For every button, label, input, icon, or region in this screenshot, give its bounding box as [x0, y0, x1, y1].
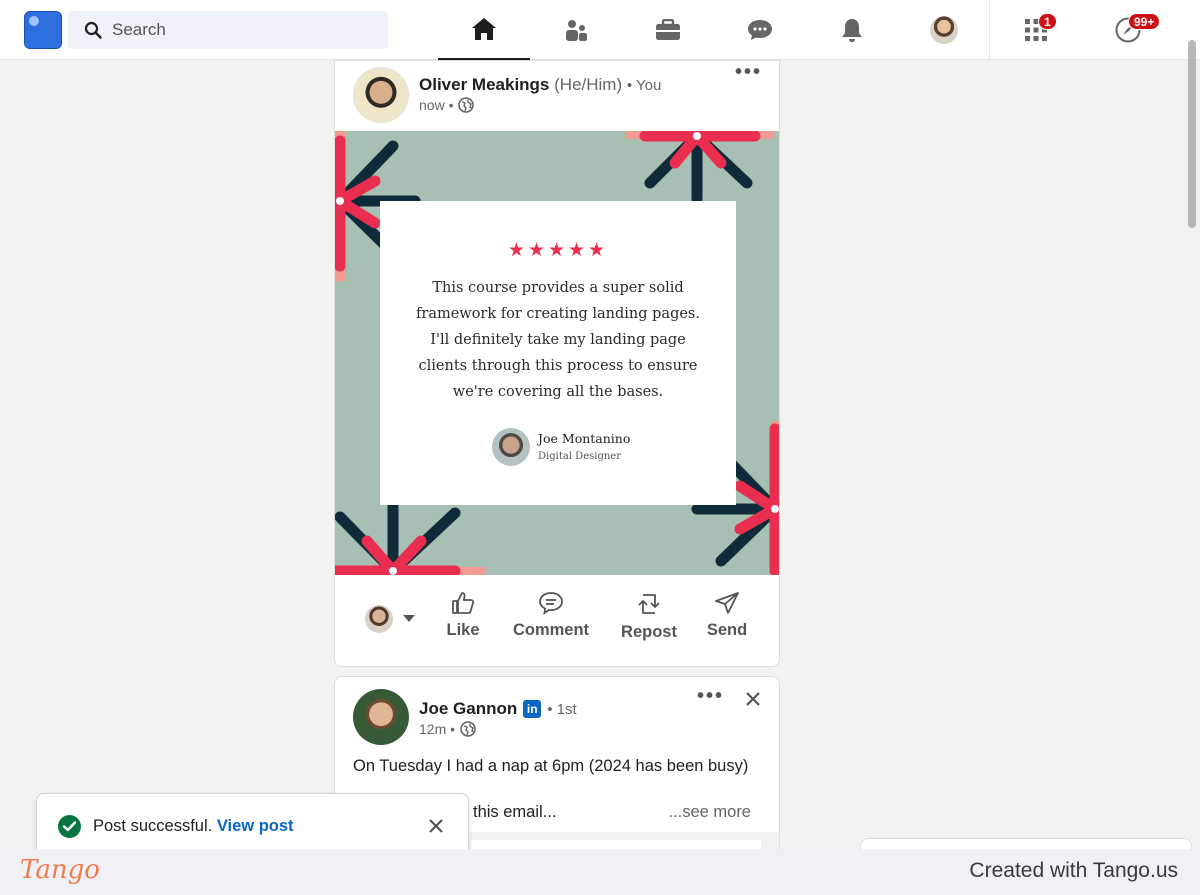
author-name[interactable]: Oliver Meakings [419, 75, 549, 94]
post-author-line: Oliver Meakings (He/Him) • You [419, 75, 661, 95]
advertise-badge: 99+ [1128, 13, 1161, 30]
reviewer-role: Digital Designer [538, 451, 621, 462]
jobs-icon [656, 19, 680, 40]
success-check-icon [58, 815, 81, 838]
my-network-icon [566, 20, 587, 41]
globe-icon [458, 97, 475, 113]
like-icon [452, 592, 475, 614]
comment-icon [539, 592, 563, 615]
send-label: Send [706, 621, 748, 639]
search-icon [84, 21, 102, 39]
page-scrollbar[interactable] [1188, 40, 1196, 228]
post-meta: 12m • [419, 721, 476, 737]
nav-advertise[interactable]: 99+ [1082, 0, 1174, 60]
author-avatar[interactable] [353, 67, 409, 123]
messaging-icon [748, 20, 772, 40]
post-meta: now • [419, 97, 475, 113]
repost-label: Repost [621, 623, 677, 641]
apps-badge: 1 [1038, 13, 1057, 30]
nav-messaging[interactable] [714, 0, 806, 60]
search-input[interactable] [112, 11, 372, 49]
send-icon [715, 592, 739, 614]
reviewer-avatar [492, 428, 530, 466]
repost-icon [638, 594, 660, 614]
post-author-line: Joe Gannon in • 1st [419, 699, 577, 719]
linkedin-badge-icon: in [523, 700, 542, 718]
tango-footer: Tango Created with Tango.us [0, 849, 1200, 895]
post-menu-icon[interactable]: ••• [697, 685, 724, 708]
like-button[interactable]: Like [439, 591, 487, 640]
testimonial-image[interactable]: ★★★★★ This course provides a super solid… [335, 131, 779, 575]
testimonial-quote: This course provides a super solid frame… [416, 280, 700, 400]
comment-label: Comment [512, 621, 590, 639]
see-more-link[interactable]: ...see more [668, 803, 751, 822]
nav-me[interactable] [898, 0, 990, 60]
globe-icon [460, 721, 476, 737]
nav-home[interactable] [438, 0, 530, 60]
like-label: Like [446, 621, 480, 639]
post-text: On Tuesday I had a nap at 6pm (2024 has … [353, 757, 749, 775]
top-navigation: 1 99+ [0, 0, 1200, 60]
nav-my-network[interactable] [530, 0, 622, 60]
rating-stars: ★★★★★ [507, 240, 609, 261]
dismiss-post-icon[interactable] [745, 691, 761, 707]
toast-message: Post successful. View post [93, 817, 294, 836]
post-time: now • [419, 97, 454, 113]
view-post-link[interactable]: View post [217, 817, 294, 835]
search-box[interactable] [68, 11, 388, 49]
close-icon[interactable] [428, 818, 444, 834]
repost-button[interactable]: Repost [619, 591, 679, 642]
send-button[interactable]: Send [705, 591, 749, 640]
post-text-continued: this email... [473, 803, 557, 821]
notifications-icon [842, 19, 862, 42]
post-menu-icon[interactable]: ••• [735, 61, 762, 84]
nav-jobs[interactable] [622, 0, 714, 60]
feed-post-oliver: Oliver Meakings (He/Him) • You now • ••• [334, 60, 780, 667]
reviewer-name: Joe Montanino [538, 431, 631, 446]
app-logo[interactable] [24, 11, 62, 49]
connection-degree: • 1st [547, 700, 577, 718]
author-pronouns: (He/Him) [554, 75, 623, 94]
chevron-down-icon[interactable] [403, 615, 415, 622]
comment-button[interactable]: Comment [511, 591, 591, 640]
home-icon [472, 18, 496, 40]
reaction-identity-avatar[interactable] [365, 605, 393, 633]
tango-logo: Tango [20, 855, 100, 885]
author-relation: • You [626, 77, 662, 94]
author-avatar[interactable] [353, 689, 409, 745]
nav-notifications[interactable] [806, 0, 898, 60]
me-avatar [930, 16, 958, 44]
author-name[interactable]: Joe Gannon [419, 699, 517, 719]
testimonial-card: ★★★★★ This course provides a super solid… [380, 201, 736, 505]
toast-text: Post successful. [93, 817, 213, 835]
post-actions: Like Comment Repost Send [335, 575, 779, 666]
post-time: 12m • [419, 721, 456, 737]
nav-apps[interactable]: 1 [990, 0, 1082, 60]
tango-credit: Created with Tango.us [969, 859, 1178, 882]
